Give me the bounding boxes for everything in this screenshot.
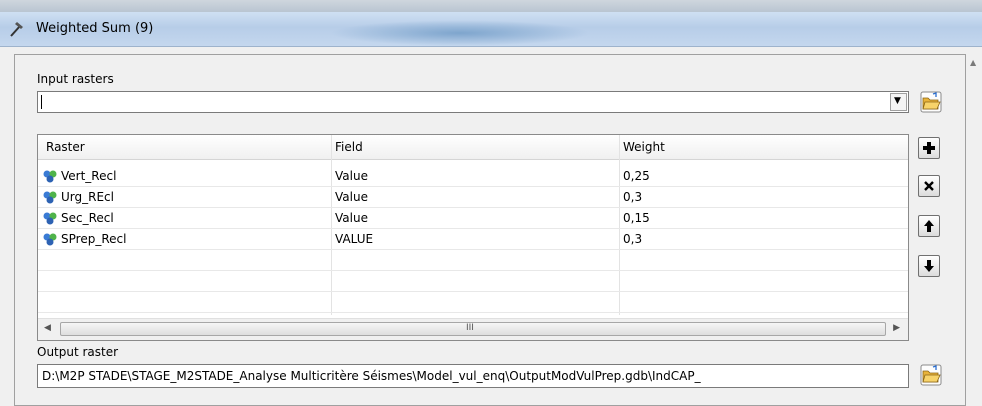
weight-cell[interactable]: 0,3 [623,190,642,204]
table-row[interactable]: Vert_Recl Value 0,25 [38,165,908,187]
raster-layer-icon [43,233,57,246]
top-strip [0,0,982,12]
weight-cell[interactable]: 0,15 [623,211,650,225]
raster-name: Sec_Recl [61,211,114,225]
raster-layer-icon [43,212,57,225]
header-weight[interactable]: Weight [623,140,665,154]
plus-icon [923,142,935,154]
table-row-empty[interactable] [38,291,908,313]
raster-name: Urg_REcl [61,190,114,204]
move-down-button[interactable] [918,255,940,277]
folder-open-icon[interactable] [920,91,942,113]
arrow-up-icon [924,220,934,232]
raster-table: Raster Field Weight Vert_Recl Value 0,25… [37,134,909,341]
move-up-button[interactable] [918,215,940,237]
dropdown-button[interactable]: ▼ [890,93,907,111]
field-cell[interactable]: Value [335,211,368,225]
scroll-left-arrow-icon[interactable]: ◀ [44,323,51,333]
table-horizontal-scrollbar[interactable]: ◀ III ▶ [38,318,908,340]
text-caret [41,95,42,109]
hammer-icon [10,22,23,37]
weight-cell[interactable]: 0,3 [623,232,642,246]
raster-name: Vert_Recl [61,169,117,183]
input-rasters-label: Input rasters [37,72,114,86]
table-row[interactable]: Sec_Recl Value 0,15 [38,207,908,229]
field-cell[interactable]: VALUE [335,232,373,246]
output-raster-label: Output raster [37,345,119,359]
raster-layer-icon [43,191,57,204]
table-row[interactable]: Urg_REcl Value 0,3 [38,186,908,208]
scroll-right-arrow-icon[interactable]: ▶ [893,323,900,333]
scroll-thumb[interactable]: III [60,322,886,336]
table-row-empty[interactable] [38,270,908,292]
table-header: Raster Field Weight [38,135,908,160]
table-row-empty[interactable] [38,249,908,271]
input-rasters-combo[interactable]: ▼ [37,91,909,113]
output-raster-field[interactable]: D:\M2P STADE\STAGE_M2STADE_Analyse Multi… [37,364,909,388]
field-cell[interactable]: Value [335,169,368,183]
table-row[interactable]: SPrep_Recl VALUE 0,3 [38,228,908,250]
window-title: Weighted Sum (9) [36,21,154,36]
folder-open-icon[interactable] [920,364,942,386]
chevron-down-icon: ▼ [894,96,901,106]
header-raster[interactable]: Raster [46,140,85,154]
scroll-up-arrow-icon[interactable]: ▲ [970,58,976,67]
arrow-down-icon [924,260,934,272]
field-cell[interactable]: Value [335,190,368,204]
title-bar: Weighted Sum (9) [0,12,982,47]
add-button[interactable] [918,137,940,159]
x-icon [924,181,934,191]
raster-name: SPrep_Recl [61,232,127,246]
remove-button[interactable] [918,175,940,197]
panel-scrollbar[interactable]: ▲ [966,54,982,406]
raster-layer-icon [43,170,57,183]
scroll-grip: III [466,323,474,333]
weight-cell[interactable]: 0,25 [623,169,650,183]
header-field[interactable]: Field [335,140,363,154]
